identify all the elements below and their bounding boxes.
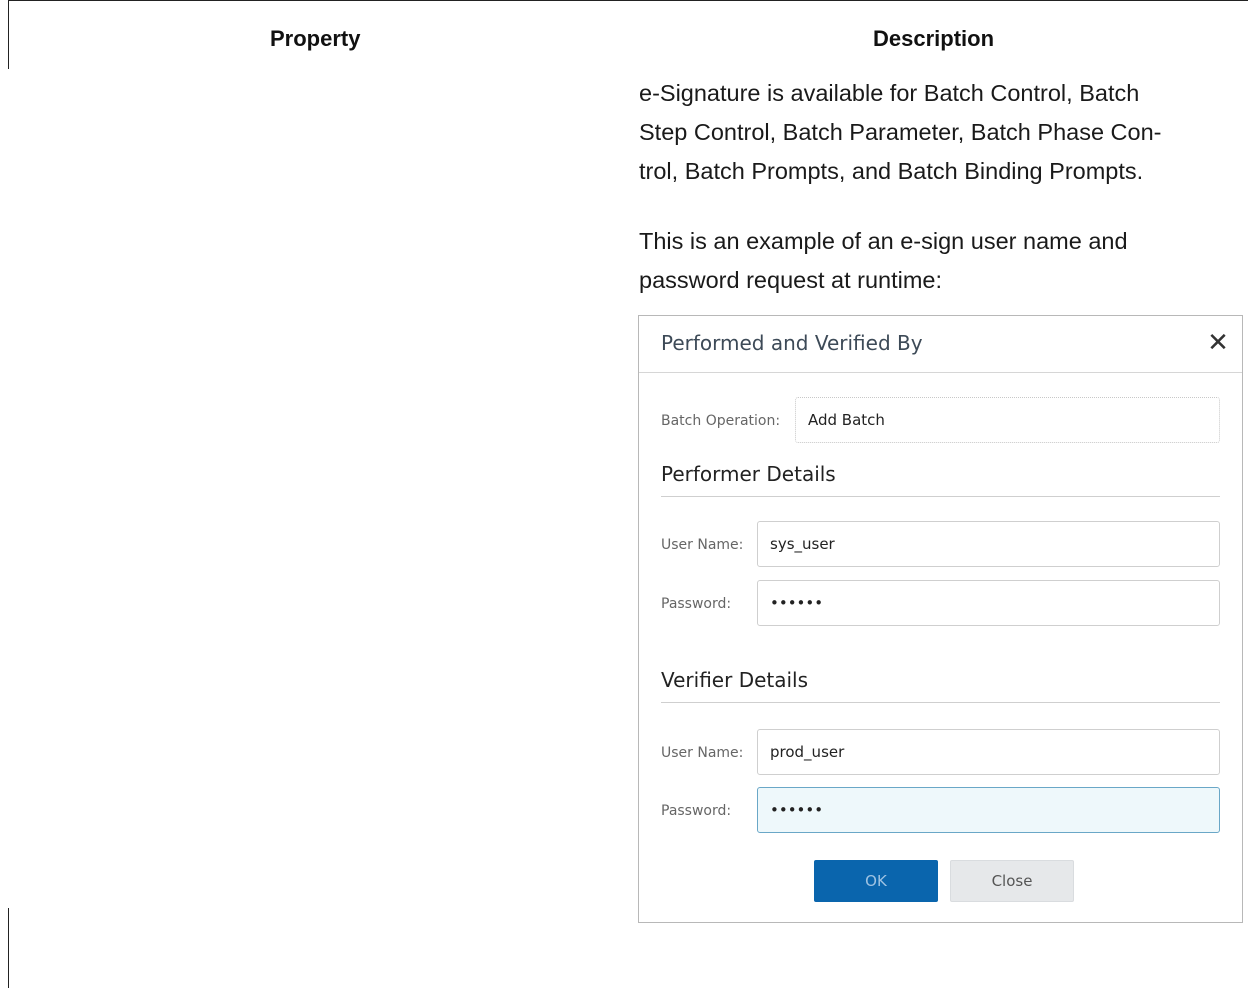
table-left-border [8,0,9,69]
verifier-details-title: Verifier Details [661,668,809,692]
close-button[interactable]: Close [950,860,1074,902]
description-paragraph-1: e-Signature is available for Batch Contr… [639,74,1229,191]
dialog-header: Performed and Verified By ✕ [639,316,1242,373]
section-divider [661,496,1220,497]
column-header-description: Description [873,26,995,51]
dialog-title: Performed and Verified By [661,331,923,355]
ok-button[interactable]: OK [814,860,938,902]
batch-operation-field[interactable]: Add Batch [795,397,1220,443]
table-left-border-lower [8,908,9,988]
verifier-username-input[interactable]: prod_user [757,729,1220,775]
table-top-border [8,0,1248,1]
performer-password-label: Password: [661,596,732,612]
description-paragraph-2: This is an example of an e-sign user nam… [639,222,1229,300]
column-header-property: Property [270,26,361,51]
paragraph-line: password request at runtime: [639,267,943,293]
paragraph-line: trol, Batch Prompts, and Batch Binding P… [639,158,1144,184]
verifier-password-input[interactable]: •••••• [757,787,1220,833]
verifier-username-label: User Name: [661,745,744,761]
close-icon[interactable]: ✕ [1205,328,1231,358]
verifier-password-label: Password: [661,803,732,819]
batch-operation-label: Batch Operation: [661,413,781,429]
paragraph-line: e-Signature is available for Batch Contr… [639,80,1140,106]
paragraph-line: This is an example of an e-sign user nam… [639,228,1128,254]
esign-dialog: Performed and Verified By ✕ Batch Operat… [638,315,1243,923]
section-divider [661,702,1220,703]
performer-username-label: User Name: [661,537,744,553]
performer-password-input[interactable]: •••••• [757,580,1220,626]
performer-username-input[interactable]: sys_user [757,521,1220,567]
paragraph-line: Step Control, Batch Parameter, Batch Pha… [639,119,1162,145]
performer-details-title: Performer Details [661,462,836,486]
